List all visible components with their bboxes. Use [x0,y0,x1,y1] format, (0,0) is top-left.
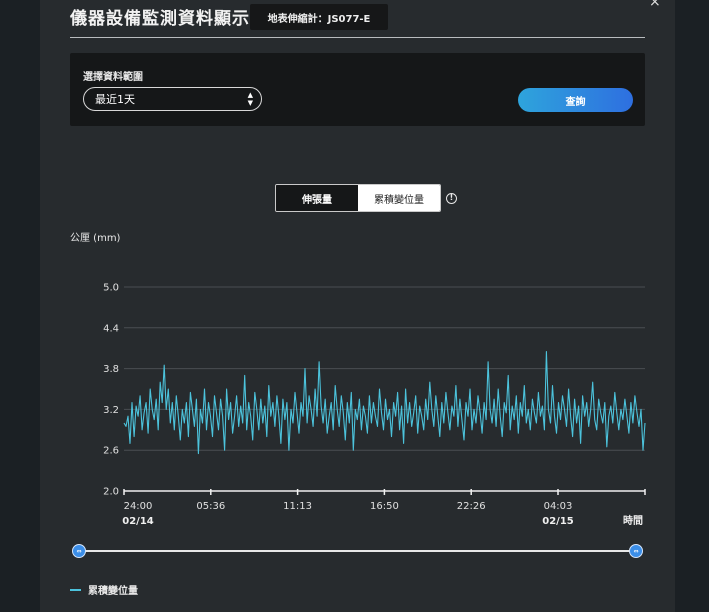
meter-badge: 地表伸縮計：JS077-E [250,4,388,30]
measure-toggle: 伸張量 累積變位量 [275,184,441,212]
legend-label: 累積變位量 [88,586,138,597]
legend-swatch [70,588,81,591]
updown-arrows-icon: ▲ ▼ [247,91,253,107]
slider-end-handle[interactable]: ⇔ [629,544,643,558]
query-button[interactable]: 查詢 [518,88,633,112]
title-divider [70,37,645,38]
close-icon[interactable]: × [649,0,661,10]
range-slider-track[interactable] [79,550,637,552]
tab-cumulative-displacement[interactable]: 累積變位量 [358,185,440,211]
range-select-value: 最近1天 [95,93,135,106]
slider-start-handle[interactable]: ⇔ [72,544,86,558]
range-select[interactable]: 最近1天 ▲ ▼ [83,87,262,111]
backdrop-right [675,0,709,612]
y-axis-label: 公厘 (mm) [70,233,121,244]
backdrop-left [0,0,40,612]
info-icon[interactable]: ! [446,193,457,204]
query-panel: 選擇資料範圍 最近1天 ▲ ▼ 查詢 [70,53,645,126]
page-title: 儀器設備監測資料顯示 [70,9,250,29]
chart-legend: 累積變位量 [70,582,138,597]
range-label: 選擇資料範圍 [83,72,143,83]
tab-extension[interactable]: 伸張量 [276,185,358,211]
